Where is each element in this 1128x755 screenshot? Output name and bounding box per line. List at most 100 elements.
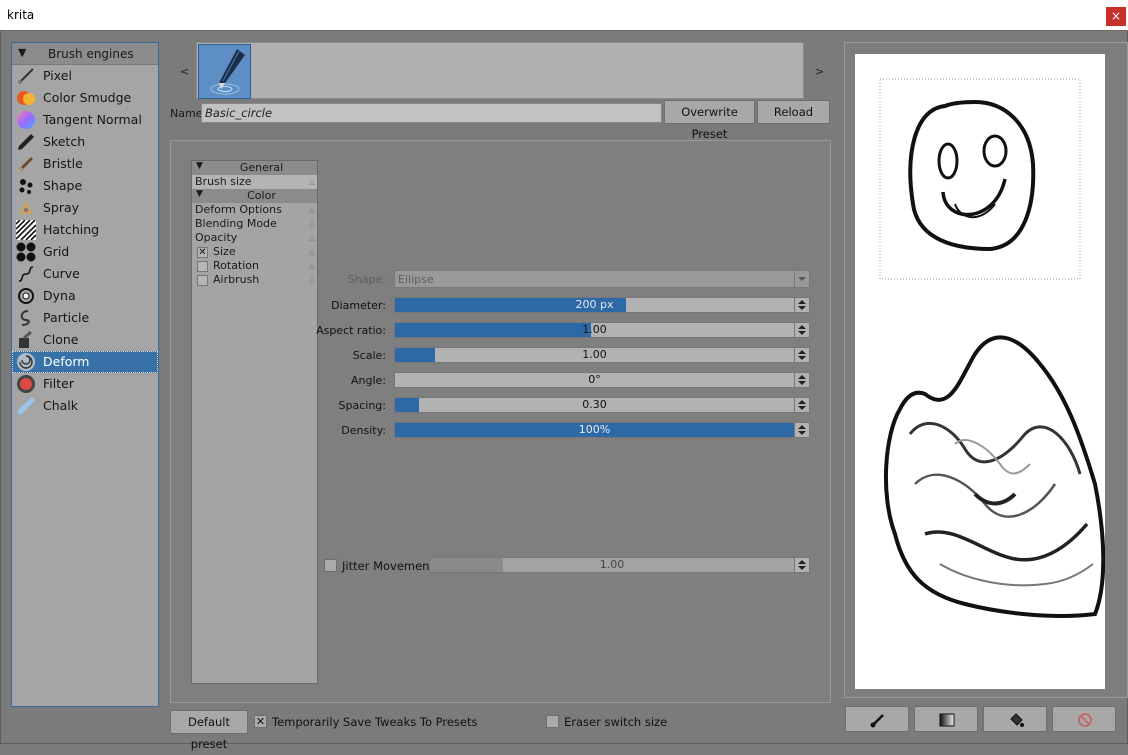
brush-icon bbox=[870, 714, 884, 728]
density-slider[interactable]: 100% bbox=[394, 422, 795, 438]
spacing-label: Spacing: bbox=[338, 399, 386, 412]
brush-engines-list: ▼ Brush engines Pixel Color Smudge Tangent… bbox=[11, 42, 159, 707]
tangent-normal-icon bbox=[16, 110, 36, 130]
chevron-down-icon bbox=[794, 271, 809, 287]
rotation-checkbox[interactable] bbox=[197, 261, 208, 272]
reload-button[interactable]: Reload bbox=[757, 100, 830, 124]
engine-item-clone[interactable]: Clone bbox=[12, 329, 158, 351]
curve-brush-icon bbox=[16, 264, 36, 284]
grid-brush-icon bbox=[16, 242, 36, 262]
close-button[interactable]: × bbox=[1106, 7, 1126, 26]
paint-bucket-icon bbox=[1010, 713, 1024, 727]
scale-label: Scale: bbox=[352, 349, 386, 362]
engine-item-deform[interactable]: Deform bbox=[12, 351, 158, 373]
preset-next-button[interactable]: > bbox=[815, 65, 824, 78]
option-brush-size[interactable]: Brush size ◬ bbox=[192, 175, 317, 189]
diameter-spinner[interactable] bbox=[795, 297, 810, 313]
jitter-movement-label: Jitter Movement bbox=[342, 559, 434, 573]
sketch-brush-icon bbox=[16, 132, 36, 152]
shape-label: Shape: bbox=[347, 273, 386, 286]
engine-item-pixel[interactable]: Pixel bbox=[12, 65, 158, 87]
color-section-header[interactable]: ▼ Color bbox=[192, 189, 317, 203]
options-list: ▼ General Brush size ◬ ▼ Color Deform Op… bbox=[191, 160, 318, 684]
engine-item-shape[interactable]: Shape bbox=[12, 175, 158, 197]
option-rotation[interactable]: Rotation ◬ bbox=[192, 259, 317, 273]
diameter-label: Diameter: bbox=[331, 299, 386, 312]
engine-item-bristle[interactable]: Bristle bbox=[12, 153, 158, 175]
option-opacity[interactable]: Opacity ◬ bbox=[192, 231, 317, 245]
clear-icon bbox=[1078, 713, 1092, 727]
aspect-ratio-slider[interactable]: 1.00 bbox=[394, 322, 795, 338]
spray-brush-icon bbox=[16, 198, 36, 218]
jitter-movement-checkbox[interactable] bbox=[324, 559, 337, 572]
gradient-fill-icon bbox=[939, 713, 955, 727]
option-blending-mode[interactable]: Blending Mode ◬ bbox=[192, 217, 317, 231]
scratch-clear-button[interactable] bbox=[1052, 706, 1116, 732]
scratch-brush-button[interactable] bbox=[845, 706, 909, 732]
option-size[interactable]: ✕ Size ◬ bbox=[192, 245, 317, 259]
preset-prev-button[interactable]: < bbox=[180, 65, 189, 78]
jitter-movement-spinner[interactable] bbox=[795, 557, 810, 573]
scale-spinner[interactable] bbox=[795, 347, 810, 363]
preset-thumbnail[interactable] bbox=[198, 44, 251, 99]
scratchpad-drawing bbox=[879, 78, 1106, 618]
lock-icon: ◬ bbox=[308, 247, 315, 256]
dyna-brush-icon bbox=[16, 286, 36, 306]
eraser-switch-size-checkbox[interactable] bbox=[546, 715, 559, 728]
angle-spinner[interactable] bbox=[795, 372, 810, 388]
scale-slider[interactable]: 1.00 bbox=[394, 347, 795, 363]
aspect-ratio-spinner[interactable] bbox=[795, 322, 810, 338]
engine-item-spray[interactable]: Spray bbox=[12, 197, 158, 219]
engine-item-tangent-normal[interactable]: Tangent Normal bbox=[12, 109, 158, 131]
temp-save-tweaks-checkbox[interactable]: ✕ bbox=[254, 715, 267, 728]
bristle-brush-icon bbox=[16, 154, 36, 174]
angle-slider[interactable]: 0° bbox=[394, 372, 795, 388]
collapse-triangle-icon: ▼ bbox=[18, 46, 27, 59]
engine-item-grid[interactable]: Grid bbox=[12, 241, 158, 263]
particle-brush-icon bbox=[16, 308, 36, 328]
airbrush-checkbox[interactable] bbox=[197, 275, 208, 286]
engine-item-curve[interactable]: Curve bbox=[12, 263, 158, 285]
option-deform-options[interactable]: Deform Options ◬ bbox=[192, 203, 317, 217]
deform-brush-icon bbox=[16, 352, 36, 372]
engine-item-sketch[interactable]: Sketch bbox=[12, 131, 158, 153]
filter-brush-icon bbox=[16, 374, 36, 394]
spacing-spinner[interactable] bbox=[795, 397, 810, 413]
engine-item-color-smudge[interactable]: Color Smudge bbox=[12, 87, 158, 109]
engine-item-dyna[interactable]: Dyna bbox=[12, 285, 158, 307]
eraser-switch-size-label: Eraser switch size bbox=[564, 715, 668, 729]
engine-item-filter[interactable]: Filter bbox=[12, 373, 158, 395]
shape-combo[interactable]: Ellipse bbox=[394, 270, 810, 288]
engine-item-hatching[interactable]: Hatching bbox=[12, 219, 158, 241]
lock-icon: ◬ bbox=[308, 177, 315, 186]
preset-strip bbox=[196, 42, 804, 99]
angle-label: Angle: bbox=[350, 374, 386, 387]
lock-icon: ◬ bbox=[308, 233, 315, 242]
spacing-slider[interactable]: 0.30 bbox=[394, 397, 795, 413]
title-bar: krita × bbox=[0, 0, 1128, 31]
preset-name-input[interactable]: Basic_circle bbox=[201, 103, 662, 123]
pen-preset-icon bbox=[210, 49, 245, 95]
density-label: Density: bbox=[341, 424, 386, 437]
lock-icon: ◬ bbox=[308, 219, 315, 228]
clone-brush-icon bbox=[16, 330, 36, 350]
scratchpad-canvas[interactable] bbox=[855, 54, 1106, 689]
window-title: krita bbox=[7, 8, 35, 22]
aspect-ratio-label: Aspect ratio: bbox=[316, 324, 386, 337]
lock-icon: ◬ bbox=[308, 205, 315, 214]
size-checkbox[interactable]: ✕ bbox=[197, 247, 208, 258]
engine-item-chalk[interactable]: Chalk bbox=[12, 395, 158, 417]
hatching-brush-icon bbox=[15, 219, 37, 241]
density-spinner[interactable] bbox=[795, 422, 810, 438]
jitter-movement-slider[interactable]: 1.00 bbox=[429, 557, 795, 573]
scratch-gradient-button[interactable] bbox=[914, 706, 978, 732]
chalk-brush-icon bbox=[16, 396, 36, 416]
brush-engines-header[interactable]: ▼ Brush engines bbox=[12, 43, 158, 65]
diameter-slider[interactable]: 200 px bbox=[394, 297, 795, 313]
engine-item-particle[interactable]: Particle bbox=[12, 307, 158, 329]
overwrite-preset-button[interactable]: Overwrite Preset bbox=[664, 100, 755, 141]
color-smudge-icon bbox=[16, 88, 36, 108]
scratch-fill-button[interactable] bbox=[983, 706, 1047, 732]
default-preset-button[interactable]: Default preset bbox=[170, 710, 248, 751]
general-section-header[interactable]: ▼ General bbox=[192, 161, 317, 175]
